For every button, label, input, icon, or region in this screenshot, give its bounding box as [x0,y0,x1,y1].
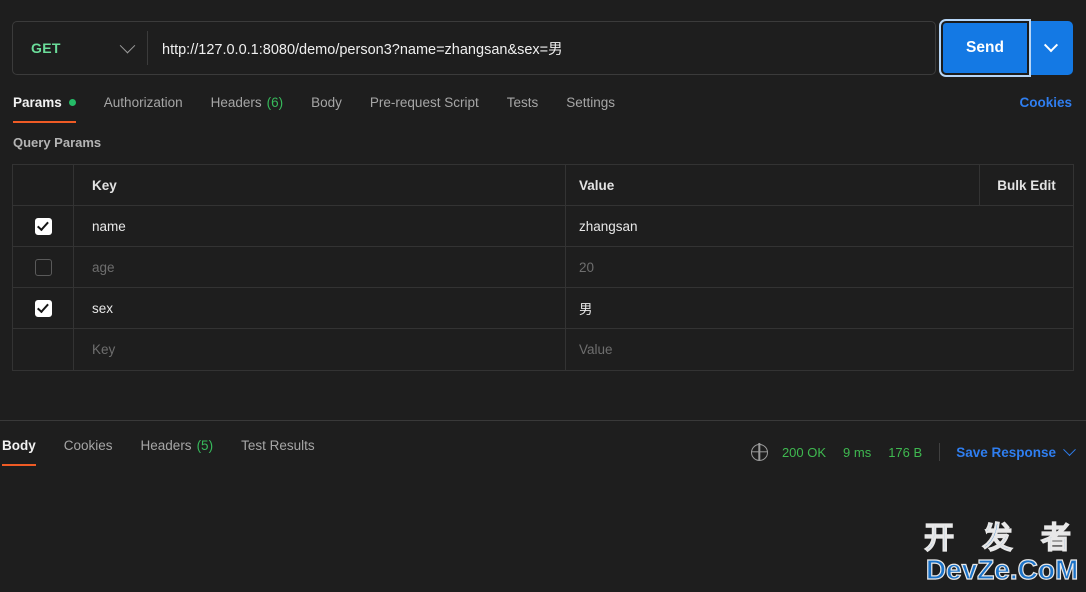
http-method-label: GET [31,40,61,56]
new-param-value-input[interactable]: Value [566,329,1073,370]
new-param-key-input[interactable]: Key [74,329,566,370]
row-value-cell[interactable]: 男 [566,288,1073,328]
header-value-cell: Value [566,165,979,205]
request-url-bar: GET Send [0,0,1086,86]
http-method-dropdown[interactable]: GET [13,22,147,74]
tab-authorization-label: Authorization [103,95,183,110]
save-response-options-button[interactable] [1063,442,1076,460]
header-key-cell: Key [74,165,566,205]
table-empty-row: Key Value [13,329,1073,370]
response-meta: 200 OK 9 ms 176 B Save Response [750,437,1076,467]
url-input[interactable] [148,22,935,74]
tab-pre-request-script-label: Pre-request Script [369,95,479,110]
tab-response-cookies-label: Cookies [63,438,113,453]
watermark: 开 发 者 DevZe.CoM [924,521,1080,585]
send-button[interactable]: Send [939,19,1031,77]
response-size: 176 B [888,444,923,460]
tab-params-label: Params [13,95,62,110]
new-param-key-placeholder: Key [92,342,116,357]
header-value-label: Value [579,177,615,193]
tab-headers-count: (6) [266,95,284,110]
tab-settings[interactable]: Settings [566,86,615,119]
tab-tests[interactable]: Tests [507,86,539,119]
table-row: age 20 [13,247,1073,288]
tab-response-body-label: Body [2,438,36,453]
response-pane: Body Cookies Headers (5) Test Results 20… [0,421,1086,592]
response-time: 9 ms [843,444,872,460]
meta-divider [939,443,941,461]
tab-response-body[interactable]: Body [2,429,36,466]
tab-response-headers-label: Headers [140,438,192,453]
watermark-chinese: 开 发 者 [924,521,1080,556]
row-checkbox-cell [13,329,74,370]
tab-pre-request-script[interactable]: Pre-request Script [370,86,479,119]
tab-authorization[interactable]: Authorization [104,86,183,119]
tab-response-headers-count: (5) [196,438,214,453]
globe-icon [750,443,768,461]
header-key-label: Key [92,177,117,193]
tab-headers[interactable]: Headers (6) [211,86,284,119]
param-enabled-checkbox[interactable] [34,217,52,235]
row-key-cell[interactable]: name [74,206,566,246]
table-header-row: Key Value Bulk Edit [13,165,1073,206]
param-enabled-checkbox[interactable] [34,299,52,317]
row-value-cell[interactable]: 20 [566,247,1073,287]
row-value-cell[interactable]: zhangsan [566,206,1073,246]
tab-body-label: Body [311,95,342,110]
tab-params[interactable]: Params [13,86,76,123]
tab-settings-label: Settings [566,95,616,110]
tab-test-results[interactable]: Test Results [241,429,315,462]
param-value-value: 20 [579,259,595,275]
row-checkbox-cell [13,206,74,246]
param-key-value: age [92,259,115,275]
tab-response-headers[interactable]: Headers (5) [141,429,214,462]
tab-response-cookies[interactable]: Cookies [64,429,113,462]
param-value-value: zhangsan [579,218,638,234]
param-enabled-checkbox[interactable] [34,258,52,276]
row-key-cell[interactable]: sex [74,288,566,328]
tab-tests-label: Tests [506,95,539,110]
row-checkbox-cell [13,247,74,287]
watermark-english: DevZe.CoM [925,554,1079,585]
param-key-value: name [92,218,126,234]
request-tabs: Params Authorization Headers (6) Body Pr… [0,86,1086,123]
method-url-container: GET [12,21,936,75]
cookies-link[interactable]: Cookies [1019,86,1072,119]
new-param-value-placeholder: Value [579,342,613,357]
table-row: sex 男 [13,288,1073,329]
bulk-edit-label: Bulk Edit [997,177,1056,193]
send-options-button[interactable] [1029,21,1073,75]
bulk-edit-button[interactable]: Bulk Edit [979,165,1073,205]
response-tabs: Body Cookies Headers (5) Test Results 20… [0,429,1086,466]
params-modified-dot-icon [68,99,76,106]
row-key-cell[interactable]: age [74,247,566,287]
chevron-down-icon [119,37,136,53]
save-response-button[interactable]: Save Response [956,445,1056,460]
tab-body[interactable]: Body [311,86,342,119]
query-params-table: Key Value Bulk Edit name zhangsan age 20 [12,164,1074,371]
row-checkbox-cell [13,288,74,328]
request-tabstrip: Params Authorization Headers (6) Body Pr… [0,86,1086,123]
param-key-value: sex [92,300,114,316]
table-row: name zhangsan [13,206,1073,247]
chevron-down-icon [1063,442,1076,456]
response-status: 200 OK [781,444,827,460]
param-value-value: 男 [579,302,593,317]
send-button-group: Send [939,19,1073,77]
tab-test-results-label: Test Results [241,438,315,453]
chevron-down-icon [1043,38,1059,53]
header-checkbox-cell [13,165,74,205]
tab-headers-label: Headers [210,95,262,110]
query-params-title: Query Params [13,135,102,150]
